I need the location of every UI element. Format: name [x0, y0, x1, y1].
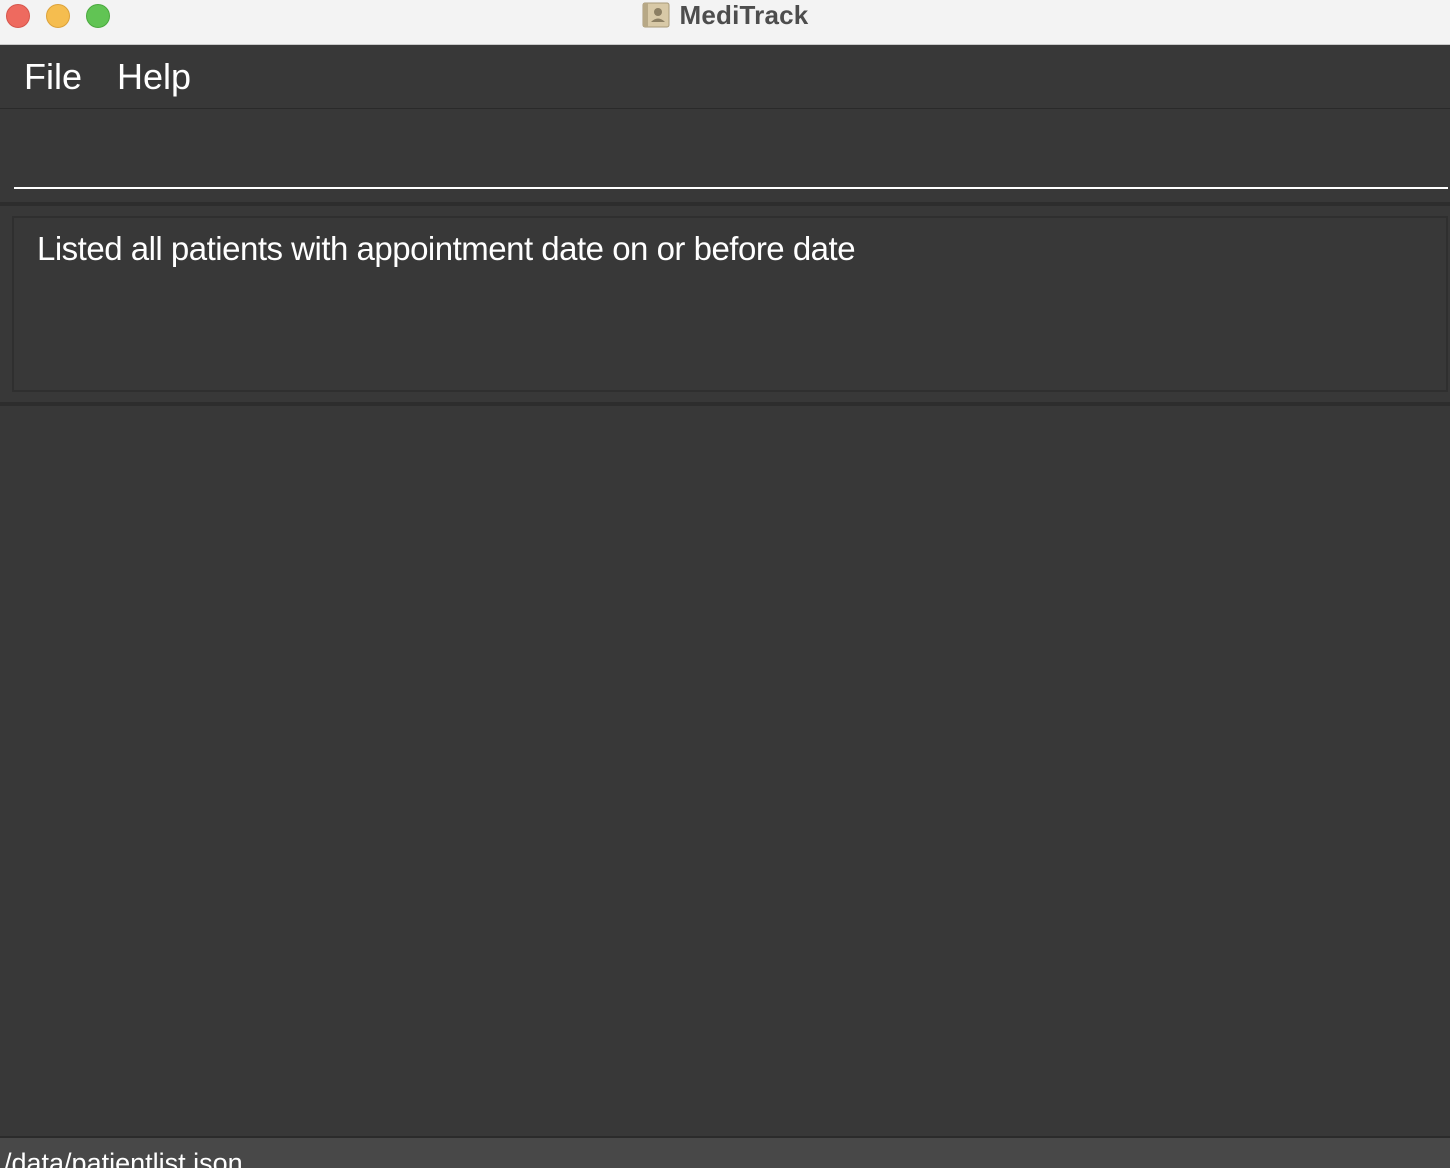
command-input[interactable] [14, 119, 1448, 189]
app-window: MediTrack File Help Listed all patients … [0, 0, 1450, 1168]
window-title: MediTrack [679, 0, 809, 30]
command-box-panel [0, 109, 1450, 202]
status-bar: /data/patientlist.json [0, 1136, 1450, 1168]
result-display-panel: Listed all patients with appointment dat… [0, 206, 1450, 402]
address-book-icon [642, 2, 670, 28]
data-file-path: /data/patientlist.json [4, 1148, 243, 1168]
menu-file[interactable]: File [24, 55, 82, 99]
menu-bar: File Help [0, 45, 1450, 109]
window-title-group: MediTrack [0, 0, 1450, 30]
result-message: Listed all patients with appointment dat… [37, 230, 856, 267]
title-bar: MediTrack [0, 0, 1450, 45]
patient-list-panel[interactable] [0, 406, 1450, 1136]
menu-help[interactable]: Help [117, 55, 191, 99]
result-display-box[interactable]: Listed all patients with appointment dat… [12, 216, 1448, 392]
